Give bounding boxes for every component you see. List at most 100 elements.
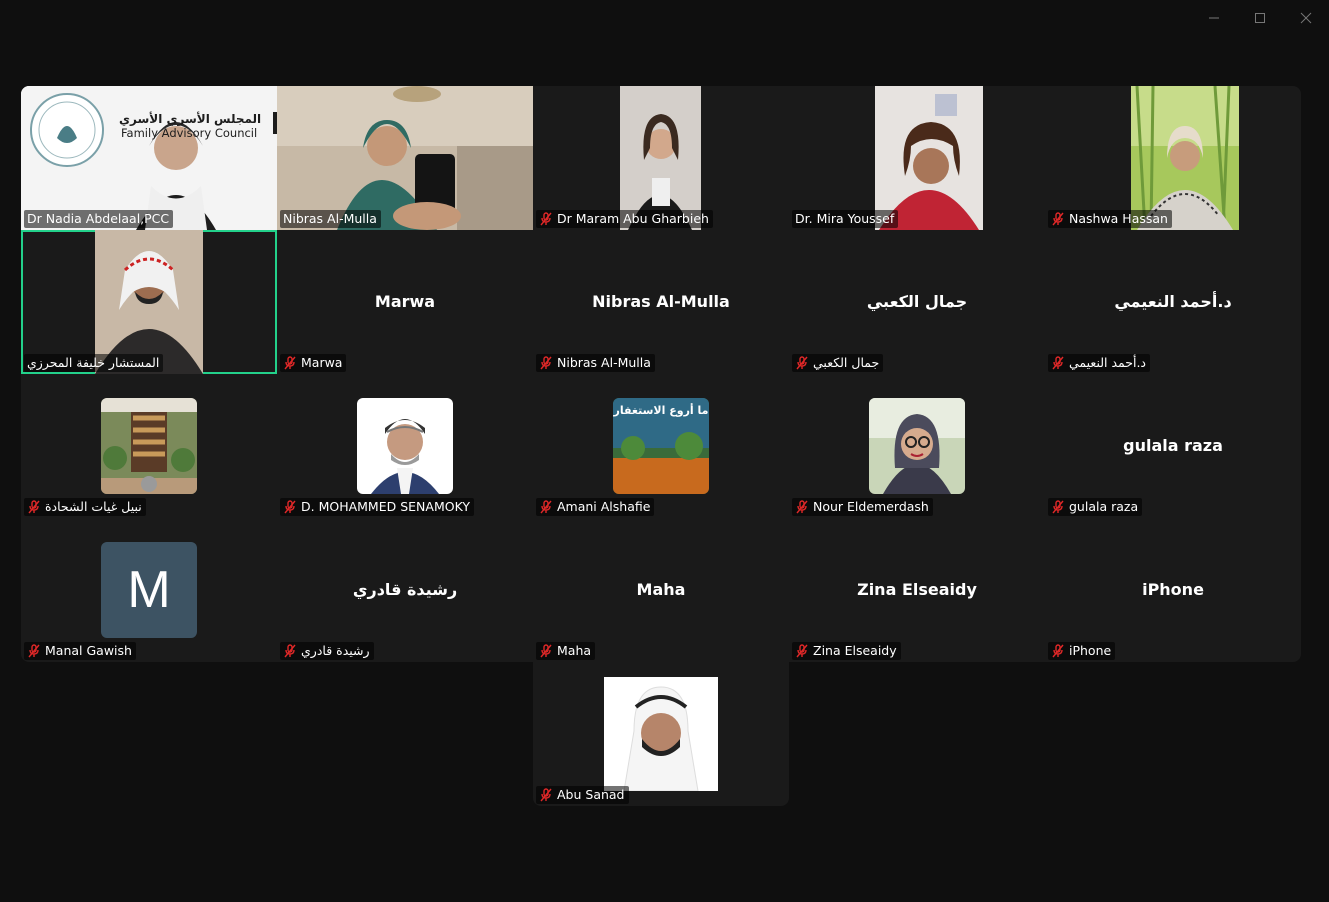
participant-name: Zina Elseaidy [813,643,897,658]
participant-tile[interactable]: Maha Maha [533,518,789,662]
logo-text-ar: المجلس الأسري الأسري [119,112,262,126]
participant-tile-active-speaker[interactable]: المستشار خليفة المحرزي [21,230,277,374]
participant-tile[interactable]: Nibras Al-Mulla Nibras Al-Mulla [533,230,789,374]
maximize-icon [1255,13,1265,23]
name-tag: د.أحمد النعيمي [1048,354,1151,372]
mic-muted-icon [796,643,808,657]
participant-tile[interactable]: Zina Elseaidy Zina Elseaidy [789,518,1045,662]
mic-muted-icon [540,643,552,657]
video-feed-picture [1131,86,1239,230]
participant-tile[interactable]: iPhone iPhone [1045,518,1301,662]
man-portrait [357,398,453,494]
close-button[interactable] [1283,0,1329,36]
participant-display-name: رشيدة قادري [352,580,458,599]
man-portrait-ghutra [604,677,718,791]
participant-name: Abu Sanad [557,787,625,802]
participant-tile[interactable]: D. MOHAMMED SENAMOKY [277,374,533,518]
profile-picture [357,398,453,494]
logo-text-en: Family Advisory Council [121,126,258,140]
participant-name: D. MOHAMMED SENAMOKY [301,499,470,514]
name-tag: iPhone [1048,642,1116,660]
participant-tile[interactable]: Nour Eldemerdash [789,374,1045,518]
participant-display-name: د.أحمد النعيمي [1114,292,1232,311]
name-tag: المستشار خليفة المحرزي [24,354,164,372]
participant-tile[interactable]: Dr Maram Abu Gharbieh [533,86,789,230]
participant-name: جمال الكعبي [813,355,880,370]
name-tag: Manal Gawish [24,642,136,660]
participant-tile[interactable]: رشيدة قادري رشيدة قادري [277,518,533,662]
participant-display-name: iPhone [1142,580,1204,599]
name-tag: Maha [536,642,596,660]
mic-muted-icon [796,499,808,513]
mic-muted-icon [540,787,552,801]
participant-name: المستشار خليفة المحرزي [27,355,160,370]
participant-tile[interactable]: ما أروع الاستغفار Amani Alshafie [533,374,789,518]
participant-gallery: المجلس الأسري الأسري Family Advisory Cou… [21,86,1301,806]
participant-display-name: جمال الكعبي [866,292,968,311]
participant-tile[interactable]: نبيل غيات الشحادة [21,374,277,518]
close-icon [1300,12,1312,24]
video-feed-picture [277,86,533,230]
profile-picture: ما أروع الاستغفار [613,398,709,494]
participant-name: د.أحمد النعيمي [1069,355,1147,370]
participant-tile[interactable]: Marwa Marwa [277,230,533,374]
participant-tile[interactable]: M Manal Gawish [21,518,277,662]
window-controls [1191,0,1329,36]
participant-tile[interactable]: Nashwa Hassan [1045,86,1301,230]
mic-muted-icon [284,355,296,369]
profile-picture [101,398,197,494]
name-tag: Nour Eldemerdash [792,498,933,516]
maximize-button[interactable] [1237,0,1283,36]
name-tag: Dr Nadia Abdelaal,PCC [24,210,174,228]
video-feed-picture [875,86,983,230]
participant-name: Nibras Al-Mulla [557,355,651,370]
mic-muted-icon [540,355,552,369]
name-tag: جمال الكعبي [792,354,884,372]
mic-muted-icon [28,643,40,657]
participant-display-name: Marwa [374,292,436,311]
participant-display-name: Nibras Al-Mulla [592,292,730,311]
name-tag: D. MOHAMMED SENAMOKY [280,498,474,516]
name-tag: نبيل غيات الشحادة [24,498,146,516]
participant-tile[interactable]: د.أحمد النعيمي د.أحمد النعيمي [1045,230,1301,374]
participant-display-name: Zina Elseaidy [857,580,977,599]
mic-muted-icon [1052,643,1064,657]
mic-muted-icon [28,499,40,513]
participant-name: Dr. Mira Youssef [795,211,895,226]
name-tag: Abu Sanad [536,786,629,804]
participant-name: gulala raza [1069,499,1139,514]
name-tag: Marwa [280,354,347,372]
participant-tile[interactable]: المجلس الأسري الأسري Family Advisory Cou… [21,86,277,230]
mic-muted-icon [540,211,552,225]
participant-tile[interactable]: Nibras Al-Mulla [277,86,533,230]
library-shelf-picture [101,398,197,494]
name-tag: Amani Alshafie [536,498,655,516]
participant-name: Dr Nadia Abdelaal,PCC [27,211,170,226]
mic-muted-icon [284,499,296,513]
participant-name: نبيل غيات الشحادة [45,499,142,514]
participant-name: Amani Alshafie [557,499,651,514]
participant-name: Marwa [301,355,343,370]
name-tag: Dr Maram Abu Gharbieh [536,210,713,228]
participant-tile[interactable]: جمال الكعبي جمال الكعبي [789,230,1045,374]
name-tag: gulala raza [1048,498,1143,516]
name-tag: رشيدة قادري [280,642,374,660]
participant-tile[interactable]: Abu Sanad [533,662,789,806]
profile-picture [869,398,965,494]
name-tag: Nashwa Hassan [1048,210,1172,228]
name-tag: Nibras Al-Mulla [280,210,381,228]
participant-name: Nibras Al-Mulla [283,211,377,226]
video-feed-picture [620,86,701,230]
video-feed [1131,86,1239,230]
mic-muted-icon [540,499,552,513]
minimize-button[interactable] [1191,0,1237,36]
participant-tile[interactable]: gulala raza gulala raza [1045,374,1301,518]
video-feed [875,86,983,230]
participant-tile[interactable]: Dr. Mira Youssef [789,86,1045,230]
mic-muted-icon [284,643,296,657]
mic-muted-icon [1052,499,1064,513]
participant-display-name: gulala raza [1123,436,1223,455]
mic-muted-icon [796,355,808,369]
participant-name: Maha [557,643,592,658]
video-feed [620,86,701,230]
